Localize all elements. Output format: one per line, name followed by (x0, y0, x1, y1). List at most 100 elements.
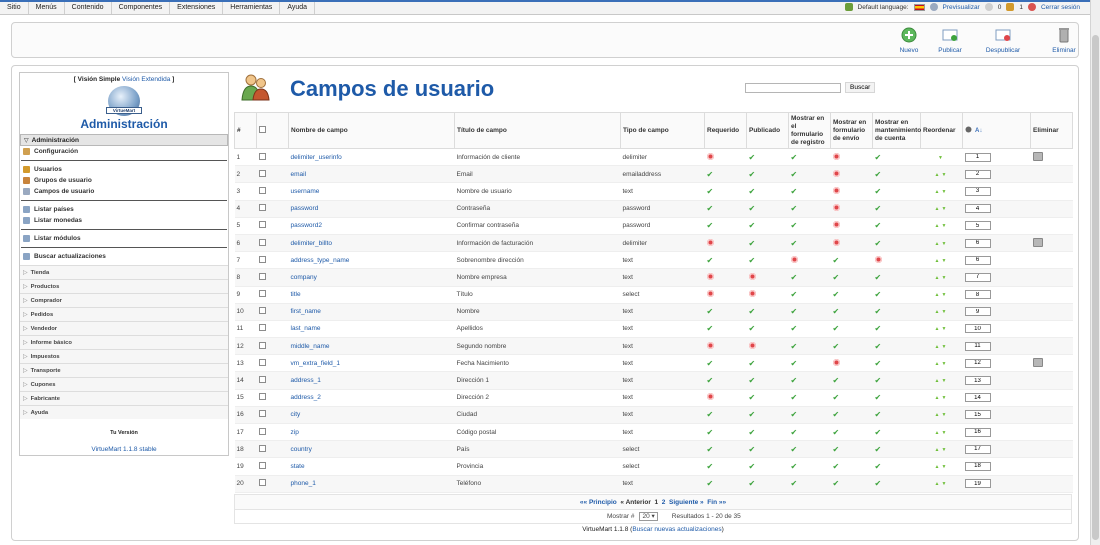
status-cell[interactable]: ✔ (830, 268, 873, 287)
status-cell[interactable]: ✔ (788, 148, 831, 167)
sidebar-item-modules[interactable]: Listar módulos (20, 233, 228, 244)
status-cell[interactable]: ✔ (746, 200, 789, 218)
field-name-link[interactable]: delimiter_userinfo (291, 154, 342, 161)
check-icon[interactable]: ✔ (833, 410, 840, 419)
check-icon[interactable]: ✔ (707, 307, 714, 316)
check-icon[interactable]: ✔ (875, 307, 882, 316)
menu-item[interactable]: Contenido (65, 0, 112, 14)
check-icon[interactable]: ✔ (875, 376, 882, 385)
row-checkbox[interactable] (258, 479, 266, 487)
status-cell[interactable]: ✔ (872, 165, 921, 184)
move-up-icon[interactable]: ▲ (935, 206, 942, 212)
check-icon[interactable]: ✔ (749, 410, 756, 419)
move-up-icon[interactable]: ▲ (935, 292, 942, 298)
order-input[interactable] (964, 169, 991, 179)
order-input[interactable] (964, 376, 991, 386)
check-icon[interactable]: ✔ (833, 290, 840, 299)
move-down-icon[interactable]: ▼ (942, 378, 949, 384)
move-up-icon[interactable]: ▲ (935, 378, 942, 384)
next-page-link[interactable]: Siguiente » (669, 499, 704, 506)
check-icon[interactable]: ✔ (833, 393, 840, 402)
check-icon[interactable]: ✔ (749, 393, 756, 402)
extended-view-link[interactable]: Visión Extendida (122, 76, 170, 83)
delete-row-icon[interactable] (1032, 357, 1043, 367)
simple-view-label[interactable]: [ Visión Simple (74, 76, 120, 83)
status-cell[interactable]: ✔ (788, 200, 831, 218)
status-cell[interactable]: ✔ (872, 389, 921, 407)
check-icon[interactable]: ✔ (875, 239, 882, 248)
check-icon[interactable]: ✔ (875, 410, 882, 419)
menu-item[interactable]: Ayuda (280, 0, 316, 14)
delete-button[interactable]: Eliminar (1042, 27, 1086, 57)
order-input[interactable] (964, 255, 991, 265)
cross-icon[interactable] (706, 238, 714, 246)
move-up-icon[interactable]: ▲ (935, 326, 942, 332)
status-cell[interactable]: ✔ (788, 389, 831, 407)
move-down-icon[interactable]: ▼ (942, 326, 949, 332)
move-down-icon[interactable]: ▼ (942, 223, 949, 229)
status-cell[interactable]: ✔ (830, 337, 873, 356)
sidebar-item-config[interactable]: Configuración (20, 146, 228, 157)
delete-row-icon[interactable] (1032, 237, 1043, 247)
check-icon[interactable]: ✔ (791, 445, 798, 454)
cross-icon[interactable] (832, 186, 840, 194)
status-cell[interactable]: ✔ (830, 389, 873, 407)
search-button[interactable]: Buscar (845, 82, 876, 93)
move-down-icon[interactable]: ▼ (942, 430, 949, 436)
status-cell[interactable]: ✔ (872, 182, 921, 201)
page-2-link[interactable]: 2 (662, 499, 666, 506)
check-icon[interactable]: ✔ (791, 462, 798, 471)
check-icon[interactable]: ✔ (791, 170, 798, 179)
status-cell[interactable]: ✔ (872, 406, 921, 425)
check-icon[interactable]: ✔ (875, 342, 882, 351)
order-input[interactable] (964, 307, 991, 317)
check-icon[interactable]: ✔ (707, 445, 714, 454)
check-icon[interactable]: ✔ (791, 187, 798, 196)
status-cell[interactable]: ✔ (746, 217, 789, 235)
check-icon[interactable]: ✔ (833, 342, 840, 351)
cross-icon[interactable] (706, 393, 714, 401)
move-down-icon[interactable]: ▼ (942, 206, 949, 212)
move-up-icon[interactable]: ▲ (935, 447, 942, 453)
status-cell[interactable]: ✔ (788, 475, 831, 493)
field-name-link[interactable]: username (291, 188, 320, 195)
check-icon[interactable]: ✔ (833, 376, 840, 385)
status-cell[interactable] (830, 217, 873, 235)
cross-icon[interactable] (748, 272, 756, 280)
status-cell[interactable]: ✔ (788, 165, 831, 184)
field-name-link[interactable]: last_name (291, 325, 321, 332)
check-icon[interactable]: ✔ (749, 462, 756, 471)
status-cell[interactable]: ✔ (704, 217, 747, 235)
field-name-link[interactable]: title (291, 291, 301, 298)
status-cell[interactable]: ✔ (788, 303, 831, 321)
check-icon[interactable]: ✔ (749, 445, 756, 454)
check-icon[interactable]: ✔ (791, 479, 798, 488)
check-icon[interactable]: ✔ (707, 204, 714, 213)
cross-icon[interactable] (874, 255, 882, 263)
status-cell[interactable]: ✔ (830, 440, 873, 459)
order-input[interactable] (964, 479, 991, 489)
status-cell[interactable] (746, 286, 789, 304)
check-icon[interactable]: ✔ (875, 462, 882, 471)
collapsed-section[interactable]: ▷ Vendedor (20, 321, 228, 335)
admin-section-header[interactable]: ▽ Administración (20, 134, 228, 146)
sidebar-item[interactable]: Usuarios (20, 164, 228, 175)
move-up-icon[interactable]: ▲ (935, 275, 942, 281)
status-cell[interactable]: ✔ (746, 165, 789, 184)
move-down-icon[interactable]: ▼ (942, 344, 949, 350)
first-page-link[interactable]: «« Principio (580, 499, 617, 506)
select-all-checkbox[interactable] (259, 125, 266, 133)
row-checkbox[interactable] (258, 186, 266, 194)
check-icon[interactable]: ✔ (791, 376, 798, 385)
check-icon[interactable]: ✔ (875, 359, 882, 368)
search-input[interactable] (745, 83, 841, 93)
order-input[interactable] (964, 186, 991, 196)
move-down-icon[interactable]: ▼ (942, 275, 949, 281)
move-down-icon[interactable]: ▼ (942, 412, 949, 418)
order-input[interactable] (964, 358, 991, 368)
check-icon[interactable]: ✔ (707, 428, 714, 437)
row-checkbox[interactable] (258, 376, 266, 384)
status-cell[interactable] (704, 337, 747, 356)
status-cell[interactable]: ✔ (872, 217, 921, 235)
sidebar-item[interactable]: Grupos de usuario (20, 175, 228, 186)
